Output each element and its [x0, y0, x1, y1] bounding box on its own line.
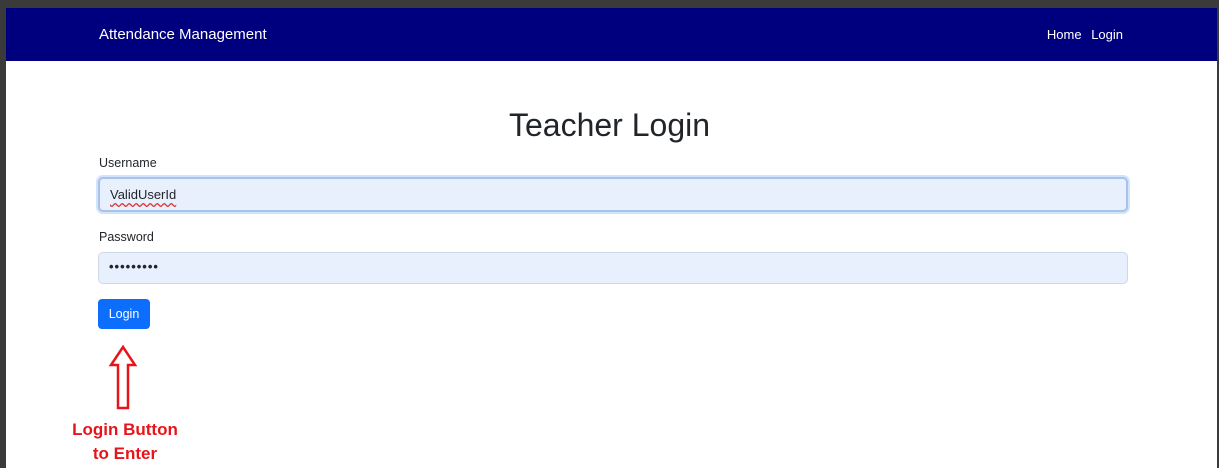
- annotation-line-1: Login Button: [72, 420, 178, 439]
- username-value: ValidUserId: [110, 187, 177, 202]
- page-title: Teacher Login: [508, 107, 711, 143]
- nav-links: Home Login: [1041, 26, 1123, 44]
- annotation-callout: Login Button to Enter: [50, 418, 200, 466]
- up-arrow-outline-icon: [108, 345, 138, 410]
- nav-home-link[interactable]: Home: [1047, 27, 1082, 42]
- annotation-line-2: to Enter: [92, 444, 158, 463]
- nav-login-link[interactable]: Login: [1091, 27, 1123, 42]
- brand-link[interactable]: Attendance Management: [99, 25, 267, 45]
- username-label: Username: [99, 156, 157, 170]
- top-navbar: Attendance Management Home Login: [6, 8, 1217, 61]
- password-label: Password: [99, 230, 154, 244]
- login-button[interactable]: Login: [98, 299, 150, 329]
- username-input[interactable]: ValidUserId: [98, 177, 1128, 212]
- window-frame: [0, 0, 1219, 468]
- password-input[interactable]: •••••••••: [98, 252, 1128, 284]
- password-value: •••••••••: [109, 259, 159, 274]
